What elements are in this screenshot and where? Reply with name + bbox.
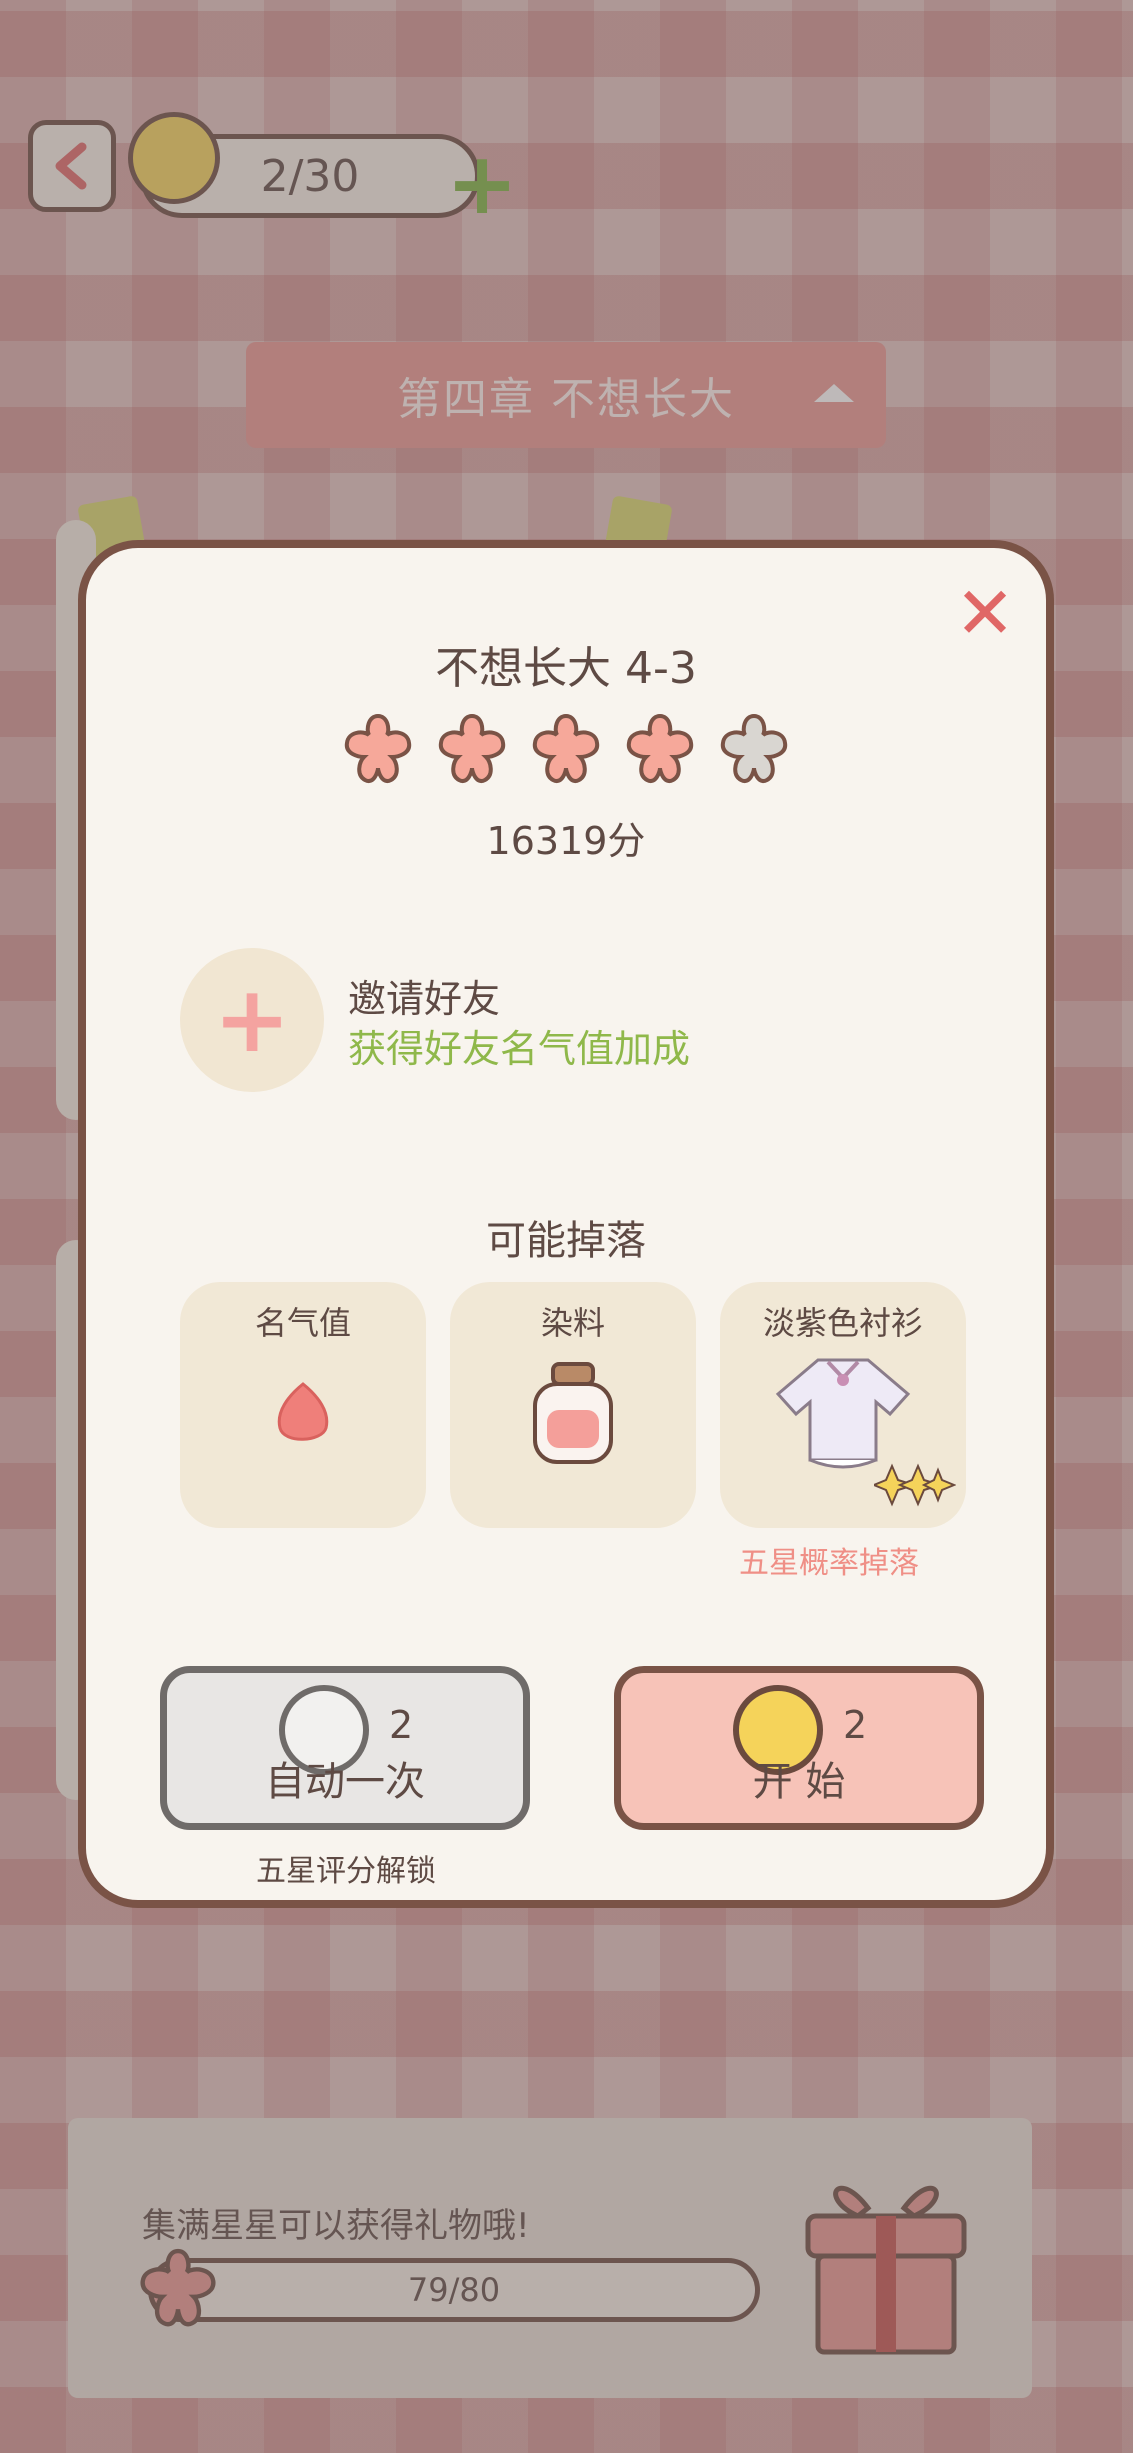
- drop-item-dye[interactable]: 染料: [450, 1282, 696, 1528]
- star-filled-icon: [344, 713, 412, 784]
- star-rating: [86, 710, 1046, 784]
- invite-title: 邀请好友: [348, 977, 501, 1021]
- drop-label: 染料: [540, 1304, 605, 1342]
- drop-label: 名气值: [254, 1304, 351, 1342]
- drop-item-fame[interactable]: 名气值: [180, 1282, 426, 1528]
- level-dialog: ✕ 不想长大 4-3 16319分 + 邀请好友 获得好友名气值加成 可能掉落 …: [78, 540, 1054, 1908]
- auto-unlock-note: 五星评分解锁: [256, 1854, 436, 1889]
- dye-jar-icon: [533, 1362, 613, 1464]
- star-filled-icon: [438, 713, 506, 784]
- sparkle-icon: [874, 1463, 956, 1507]
- drop-label: 淡紫色衬衫: [762, 1304, 923, 1342]
- start-button[interactable]: 2 开 始: [614, 1666, 984, 1830]
- invite-subtitle: 获得好友名气值加成: [348, 1027, 691, 1071]
- start-label: 开 始: [752, 1759, 846, 1805]
- petal-icon: [277, 1382, 329, 1441]
- auto-play-label: 自动一次: [265, 1759, 425, 1805]
- star-filled-icon: [532, 713, 600, 784]
- shirt-icon: [775, 1358, 911, 1469]
- star-empty-icon: [720, 713, 788, 784]
- star-filled-icon: [626, 713, 694, 784]
- invite-friend-button[interactable]: +: [180, 948, 324, 1092]
- drop-item-shirt[interactable]: 淡紫色衬衫: [720, 1282, 966, 1528]
- five-star-drop-note: 五星概率掉落: [739, 1546, 919, 1581]
- level-title: 不想长大 4-3: [435, 643, 697, 694]
- start-cost: 2: [843, 1703, 868, 1747]
- auto-play-button[interactable]: 2 自动一次: [160, 1666, 530, 1830]
- plus-icon: +: [213, 966, 291, 1073]
- level-score: 16319分: [486, 819, 646, 863]
- drops-title: 可能掉落: [486, 1218, 646, 1264]
- auto-play-cost: 2: [389, 1703, 414, 1747]
